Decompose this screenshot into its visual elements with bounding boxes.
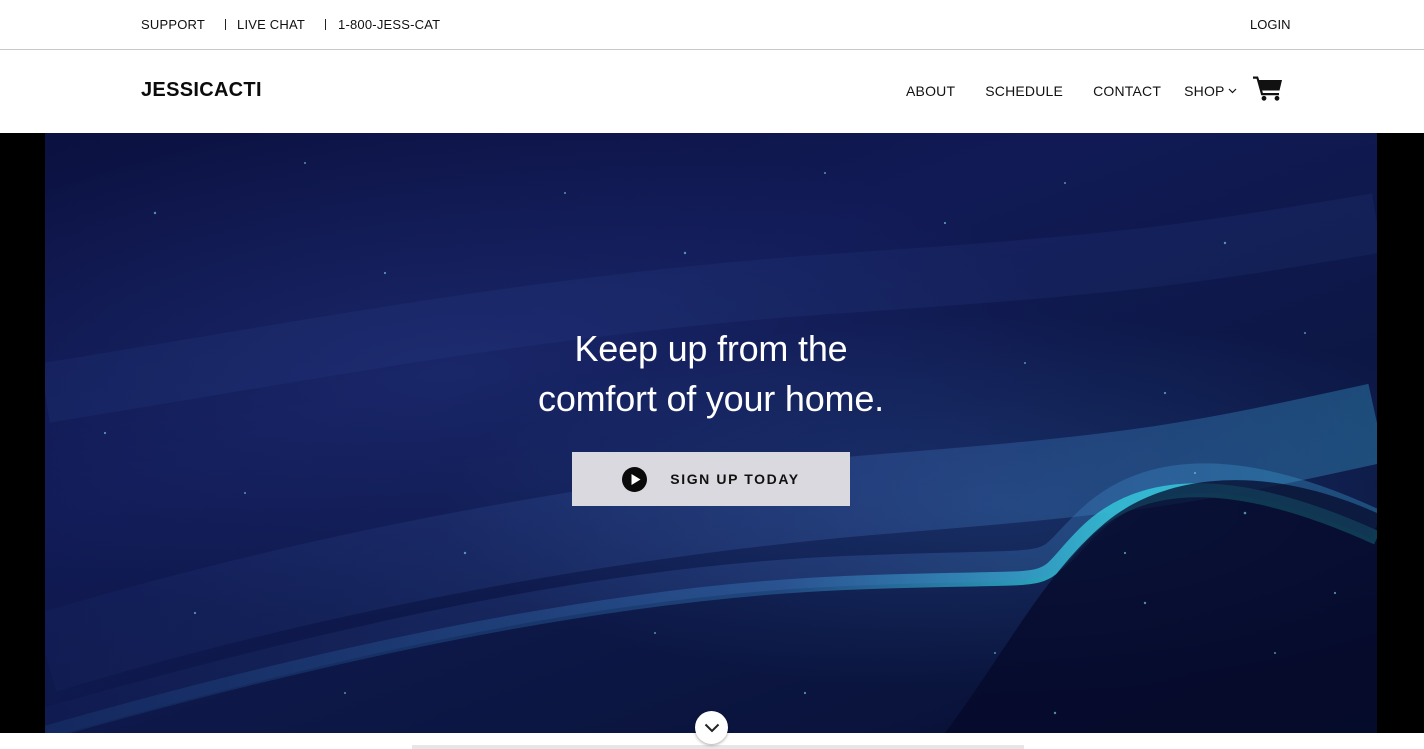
nav-contact[interactable]: CONTACT xyxy=(1093,83,1161,99)
nav-shop[interactable]: SHOP xyxy=(1184,83,1237,99)
sign-up-button-label: SIGN UP TODAY xyxy=(670,471,800,487)
login-link[interactable]: LOGIN xyxy=(1250,17,1290,32)
main-header: JESSICACTI ABOUT SCHEDULE CONTACT SHOP xyxy=(0,51,1424,133)
particle-wave-background xyxy=(45,162,1377,733)
section-divider xyxy=(412,745,1024,749)
phone-link[interactable]: 1-800-JESS-CAT xyxy=(338,17,440,32)
play-circle-icon xyxy=(622,466,648,492)
main-nav: ABOUT SCHEDULE CONTACT SHOP xyxy=(906,83,1237,99)
shopping-cart-icon[interactable] xyxy=(1253,75,1283,101)
chevron-down-icon xyxy=(1228,88,1237,94)
hero-banner: Keep up from the comfort of your home. S… xyxy=(45,133,1377,733)
hero-headline-line2: comfort of your home. xyxy=(538,378,884,419)
sign-up-button[interactable]: SIGN UP TODAY xyxy=(572,452,850,506)
scroll-down-button[interactable] xyxy=(695,711,728,744)
nav-schedule[interactable]: SCHEDULE xyxy=(985,83,1063,99)
hero-headline: Keep up from the comfort of your home. xyxy=(45,324,1377,424)
nav-about[interactable]: ABOUT xyxy=(906,83,955,99)
site-logo[interactable]: JESSICACTI xyxy=(141,79,262,102)
separator xyxy=(325,19,327,30)
nav-shop-label: SHOP xyxy=(1184,83,1225,99)
utility-bar: SUPPORT LIVE CHAT 1-800-JESS-CAT LOGIN xyxy=(0,0,1424,50)
chevron-down-icon xyxy=(704,723,719,732)
utility-links: SUPPORT LIVE CHAT 1-800-JESS-CAT xyxy=(141,17,440,32)
support-link[interactable]: SUPPORT xyxy=(141,17,205,32)
hero-frame: Keep up from the comfort of your home. S… xyxy=(0,133,1424,733)
separator xyxy=(225,19,227,30)
hero-headline-line1: Keep up from the xyxy=(574,328,848,369)
page: SUPPORT LIVE CHAT 1-800-JESS-CAT LOGIN J… xyxy=(0,0,1424,749)
live-chat-link[interactable]: LIVE CHAT xyxy=(237,17,305,32)
